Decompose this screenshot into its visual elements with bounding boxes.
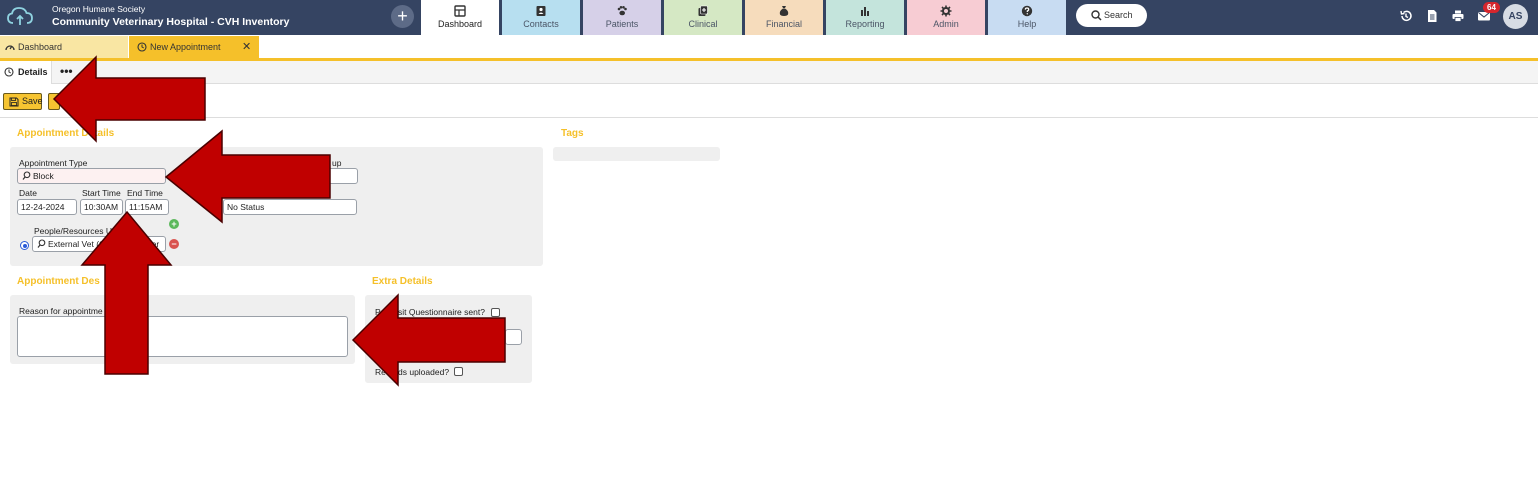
tab-details[interactable]: Details [0,61,52,84]
nav-tab-patients[interactable]: Patients [583,0,661,35]
clock-icon [137,42,147,52]
document-icon[interactable] [1425,9,1439,23]
appointment-type-value: Block [33,171,54,181]
tab-details-label: Details [18,67,48,77]
date-input[interactable]: 12-24-2024 [17,199,77,215]
nav-tab-reporting[interactable]: Reporting [826,0,904,35]
close-tab-icon[interactable]: ✕ [242,36,251,58]
extra-details-title: Extra Details [372,276,433,287]
add-new-button[interactable]: + [391,5,414,28]
appointment-type-input[interactable]: Block [17,168,166,184]
site-name[interactable]: Community Veterinary Hospital - CVH Inve… [52,16,289,28]
end-time-input[interactable]: 11:15AM [125,199,169,215]
group-label: up [332,158,342,168]
contacts-icon [536,6,546,16]
dashboard-icon [454,5,466,17]
records-label: ds uploaded? [398,367,450,377]
paw-icon [617,6,627,16]
save-label: Save [22,96,43,106]
nav-tab-label: Help [1017,19,1037,29]
gear-icon [940,5,952,17]
search-icon [1091,10,1102,21]
people-resource-value: External Vet (C [48,239,106,249]
nav-tab-label: Contacts [523,19,559,29]
start-time-input[interactable]: 10:30AM [80,199,123,215]
save-icon [9,97,19,107]
questionnaire-label: sit Questionnaire sent? [398,307,485,317]
remove-resource-icon[interactable]: − [169,239,179,249]
tags-panel[interactable] [553,147,720,161]
people-resource-input[interactable]: External Vet (C ster [32,236,166,252]
print-icon[interactable] [1451,9,1465,23]
reason-textarea[interactable] [17,316,348,357]
status-select[interactable]: No Status [223,199,357,215]
questionnaire-checkbox[interactable] [491,308,500,317]
search-button[interactable]: Search [1076,4,1147,27]
search-label: Search [1104,10,1133,20]
notification-badge: 64 [1483,2,1500,13]
org-name: Oregon Humane Society [52,4,146,14]
save-button[interactable]: Save [3,93,43,110]
records-checkbox[interactable] [454,367,463,376]
search-icon [22,171,31,180]
start-time-label: Start Time [82,188,121,198]
appointment-description-title: Appointment Des [17,276,100,287]
more-options-button[interactable]: ••• [60,64,73,78]
cloud-logo-icon [7,7,33,25]
nav-tab-label: Admin [933,19,959,29]
extra-details-input[interactable] [505,329,522,345]
secondary-action-button[interactable] [48,93,60,110]
records-label-start: Re [375,367,386,377]
clinical-icon [698,5,708,16]
gauge-icon [5,45,15,51]
nav-tab-clinical[interactable]: Clinical [664,0,742,35]
bar-chart-icon [861,7,869,16]
people-resource-value-tail: ster [145,239,160,249]
group-input[interactable] [300,168,358,184]
clock-icon [4,67,14,77]
people-resources-label: People/Resources Us [34,226,117,236]
search-icon [37,239,46,248]
primary-resource-radio[interactable] [20,241,29,250]
top-bar: Oregon Humane Society Community Veterina… [0,0,1538,35]
end-time-label: End Time [127,188,163,198]
sub-tab-bar: Details ••• [0,61,1538,84]
nav-tab-label: Reporting [845,19,885,29]
appointment-details-title: Appointment Details [17,128,115,139]
nav-tab-label: Clinical [688,19,718,29]
nav-tab-contacts[interactable]: Contacts [502,0,580,35]
nav-tab-label: Dashboard [437,19,483,29]
user-avatar[interactable]: AS [1503,4,1528,29]
help-icon [1021,5,1033,17]
action-toolbar: Save [0,85,1538,118]
nav-tab-admin[interactable]: Admin [907,0,985,35]
doc-tab-new-appointment-label: New Appointment [150,42,221,52]
money-bag-icon [779,6,789,16]
date-label: Date [19,188,37,198]
nav-tab-label: Patients [605,19,639,29]
tags-title: Tags [561,128,584,139]
nav-tab-financial[interactable]: Financial [745,0,823,35]
add-resource-icon[interactable]: + [169,219,179,229]
appointment-type-label: Appointment Type [19,158,88,168]
app-root: Oregon Humane Society Community Veterina… [0,0,1538,500]
nav-tab-label: Financial [765,19,803,29]
questionnaire-label-start: P [375,307,381,317]
nav-tab-dashboard[interactable]: Dashboard [421,0,499,35]
document-tab-bar: Dashboard New Appointment ✕ [0,36,1538,58]
reason-label: Reason for appointme [19,306,103,316]
nav-tab-help[interactable]: Help [988,0,1066,35]
history-icon[interactable] [1399,9,1413,23]
doc-tab-new-appointment[interactable]: New Appointment ✕ [129,36,259,58]
doc-tab-dashboard[interactable]: Dashboard [0,36,128,58]
doc-tab-dashboard-label: Dashboard [18,42,63,52]
